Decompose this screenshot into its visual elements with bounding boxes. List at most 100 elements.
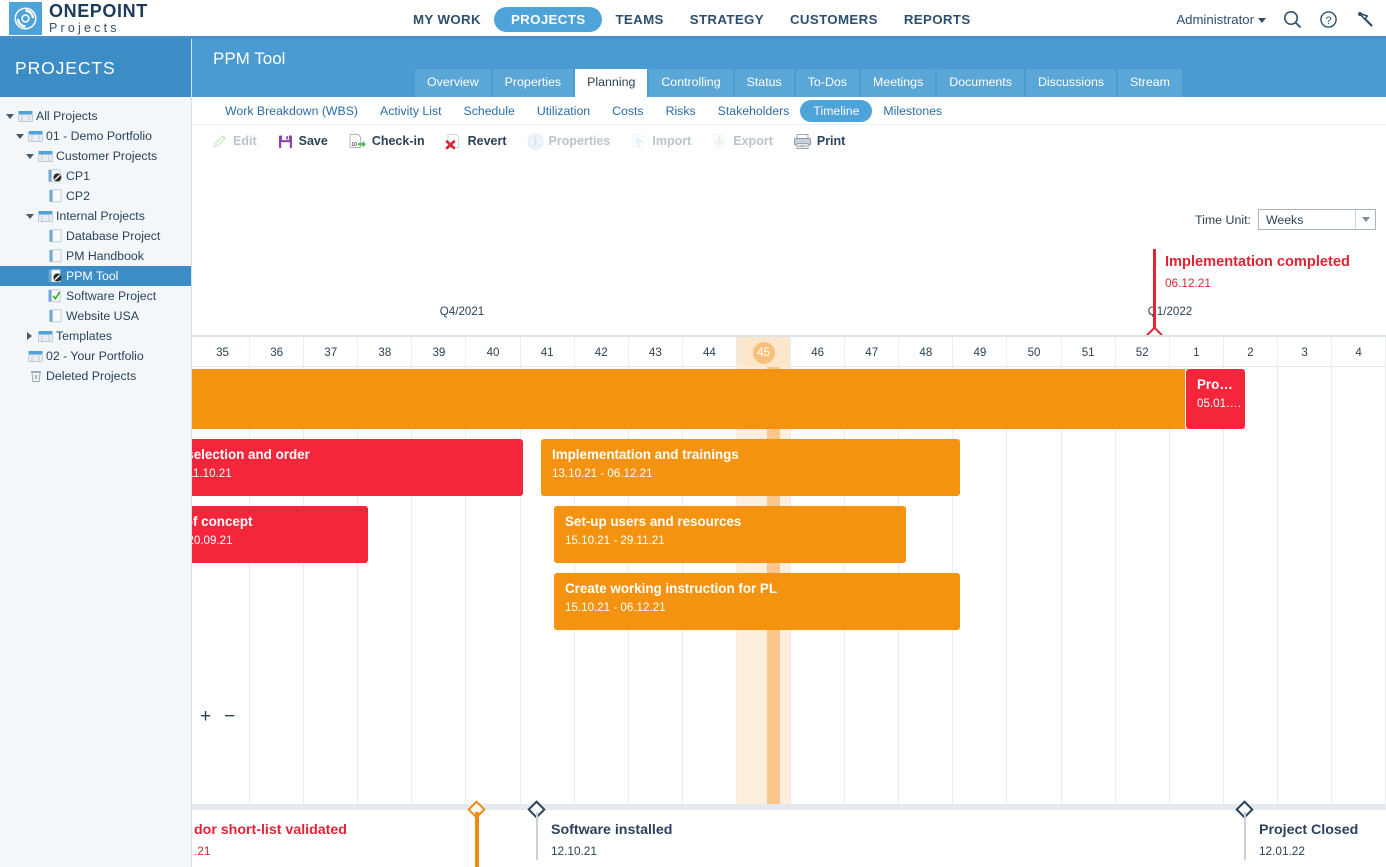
sidebar-item-internal-projects[interactable]: Internal Projects [0, 206, 191, 226]
main-navigation: MY WORK PROJECTS TEAMS STRATEGY CUSTOMERS REP… [400, 0, 984, 39]
sidebar-item-cp2[interactable]: CP2 [0, 186, 191, 206]
search-icon[interactable] [1283, 10, 1302, 29]
sidebar-item-label: Internal Projects [56, 209, 145, 223]
gantt-bar[interactable] [192, 369, 1185, 429]
tab-stream[interactable]: Stream [1118, 69, 1182, 97]
gantt-bar[interactable]: Implementation and trainings 13.10.21 - 0… [541, 439, 960, 496]
logo-line2: Projects [49, 20, 120, 35]
export-button: Export [701, 130, 783, 153]
nav-item-customers[interactable]: CUSTOMERS [777, 7, 891, 32]
toolbar-button-label: Revert [467, 134, 507, 148]
sidebar-item-all-projects[interactable]: All Projects [0, 106, 191, 126]
gantt-bar[interactable]: Create working instruction for PL 15.10.2… [554, 573, 960, 630]
project-icon [46, 189, 65, 203]
sidebar-item-ppm-tool[interactable]: PPM Tool [0, 266, 191, 286]
sidebar-item-website-usa[interactable]: Website USA [0, 306, 191, 326]
sidebar-item-cp1[interactable]: CP1 [0, 166, 191, 186]
main-panel: PPM Tool Overview Properties Planning Contr… [192, 39, 1386, 867]
project-header: PPM Tool Overview Properties Planning Contr… [192, 39, 1386, 97]
subtab-activity-list[interactable]: Activity List [369, 100, 453, 122]
sidebar-item-deleted-projects[interactable]: Deleted Projects [0, 366, 191, 386]
tab-status[interactable]: Status [734, 69, 794, 97]
sidebar-item-label: Customer Projects [56, 149, 158, 163]
subtab-schedule[interactable]: Schedule [453, 100, 526, 122]
page-title: PPM Tool [213, 49, 286, 68]
milestone-date: .21 [194, 844, 211, 858]
tools-icon[interactable] [1355, 10, 1374, 29]
check-in-button[interactable]: 10 Check-in [338, 130, 435, 153]
subtab-work-breakdown-wbs[interactable]: Work Breakdown (WBS) [214, 100, 369, 122]
nav-item-my-work[interactable]: MY WORK [400, 7, 494, 32]
zoom-controls: + − [200, 707, 235, 726]
gantt-bar-dates: 05.01…. [1197, 397, 1241, 411]
help-icon[interactable]: ? [1319, 10, 1338, 29]
week-header-cell: 44 [683, 337, 737, 368]
chevron-down-icon [1258, 18, 1266, 24]
subtab-utilization[interactable]: Utilization [526, 100, 601, 122]
sidebar-item-customer-projects[interactable]: Customer Projects [0, 146, 191, 166]
week-header-cell: 43 [629, 337, 683, 368]
top-bar: ONEPOINT Projects MY WORK PROJECTS TEAMS ST… [0, 0, 1386, 39]
gantt-bar[interactable]: dor selection and order .21 - 11.10.21 [192, 439, 523, 496]
logo-line1: ONEPOINT [49, 0, 148, 21]
nav-item-teams[interactable]: TEAMS [602, 7, 676, 32]
twisty-expanded-icon[interactable] [23, 153, 36, 159]
milestone-stem [536, 812, 538, 860]
gantt-bar-dates: 15.10.21 - 06.12.21 [565, 601, 666, 615]
nav-item-projects[interactable]: PROJECTS [493, 7, 603, 32]
gantt-bar-dates: .21 - 20.09.21 [192, 534, 233, 548]
milestone-title: Software installed [551, 822, 673, 838]
tab-to-dos[interactable]: To-Dos [795, 69, 859, 97]
twisty-expanded-icon[interactable] [13, 133, 26, 139]
milestone-title: dor short-list validated [194, 822, 347, 838]
export-down-icon [711, 133, 728, 150]
revert-button[interactable]: Revert [435, 130, 517, 153]
twisty-expanded-icon[interactable] [3, 113, 16, 119]
sidebar-item-database-project[interactable]: Database Project [0, 226, 191, 246]
save-button[interactable]: Save [267, 130, 338, 153]
print-button[interactable]: Print [783, 130, 855, 153]
nav-item-reports[interactable]: REPORTS [891, 7, 984, 32]
week-header-cell: 45 [737, 337, 792, 368]
toolbar-button-label: Properties [548, 134, 611, 148]
sidebar: PROJECTS All Projects 01 - Demo Portfolio… [0, 39, 192, 867]
subtab-costs[interactable]: Costs [601, 100, 654, 122]
week-header-cell: 51 [1062, 337, 1116, 368]
twisty-collapsed-icon[interactable] [23, 332, 36, 340]
toolbar-button-label: Export [733, 134, 773, 148]
subtab-timeline[interactable]: Timeline [800, 99, 873, 122]
app-logo[interactable]: ONEPOINT Projects [9, 0, 148, 35]
project-tabs: Overview Properties Planning Controlling Sta… [415, 69, 1182, 97]
tab-documents[interactable]: Documents [937, 69, 1024, 97]
week-header-cell: 48 [899, 337, 954, 368]
sidebar-item-02-your-portfolio[interactable]: 02 - Your Portfolio [0, 346, 191, 366]
onepoint-logo-icon [9, 1, 42, 35]
tab-controlling[interactable]: Controlling [649, 69, 733, 97]
sidebar-item-01-demo-portfolio[interactable]: 01 - Demo Portfolio [0, 126, 191, 146]
gantt-bar[interactable]: Pro… 05.01…. [1186, 369, 1245, 429]
tab-properties[interactable]: Properties [492, 69, 574, 97]
sidebar-item-templates[interactable]: Templates [0, 326, 191, 346]
week-header-cell: 42 [575, 337, 629, 368]
user-menu[interactable]: Administrator [1176, 12, 1266, 27]
subtab-stakeholders[interactable]: Stakeholders [707, 100, 801, 122]
gantt-bar[interactable]: Set-up users and resources 15.10.21 - 29.… [554, 506, 906, 563]
gantt-bar[interactable]: ofs of concept .21 - 20.09.21 [192, 506, 368, 563]
sidebar-item-pm-handbook[interactable]: PM Handbook [0, 246, 191, 266]
tab-overview[interactable]: Overview [415, 69, 491, 97]
subtab-risks[interactable]: Risks [655, 100, 707, 122]
subtab-milestones[interactable]: Milestones [872, 100, 953, 122]
project-locked-icon [46, 169, 65, 183]
tab-discussions[interactable]: Discussions [1025, 69, 1117, 97]
zoom-out-button[interactable]: − [224, 707, 235, 726]
nav-item-strategy[interactable]: STRATEGY [677, 7, 777, 32]
twisty-expanded-icon[interactable] [23, 213, 36, 219]
sidebar-item-software-project[interactable]: Software Project [0, 286, 191, 306]
info-icon [527, 133, 544, 150]
tab-planning[interactable]: Planning [575, 69, 648, 97]
week-header-cell: 47 [845, 337, 900, 368]
zoom-in-button[interactable]: + [200, 707, 211, 726]
callout-title: Implementation completed [1165, 254, 1350, 270]
tab-meetings[interactable]: Meetings [860, 69, 936, 97]
week-header-cell: 37 [304, 337, 359, 368]
